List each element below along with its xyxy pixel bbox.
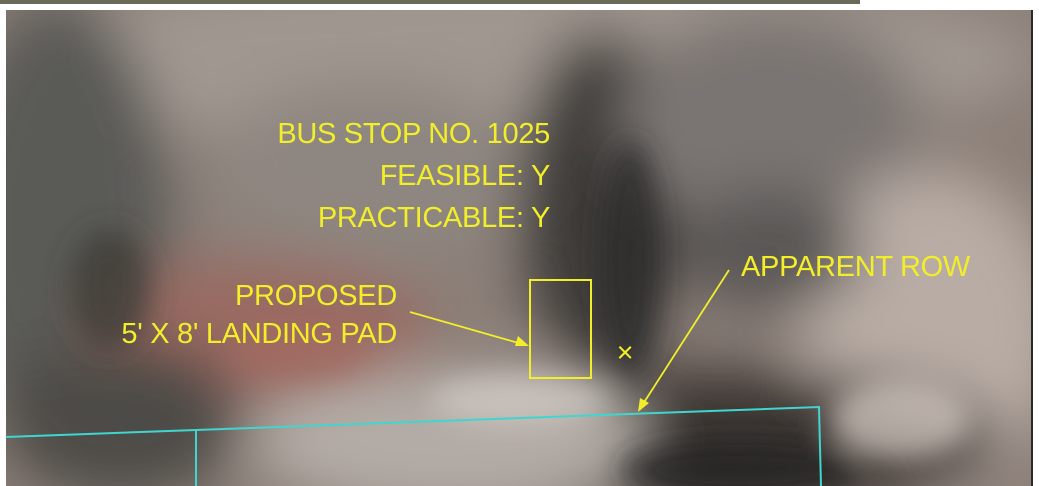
- apparent-row-label: APPARENT ROW: [741, 251, 971, 283]
- landing-pad-label-line2: 5' X 8' LANDING PAD: [121, 318, 397, 350]
- map-canvas: × BUS STOP NO. 1025 FEASIBLE: Y PRACTICA…: [0, 0, 1039, 486]
- bus-stop-number: BUS STOP NO. 1025: [277, 118, 550, 150]
- practicable-status: PRACTICABLE: Y: [318, 202, 550, 234]
- adjacent-image-strip: [0, 0, 860, 4]
- bus-stop-marker: ×: [617, 337, 634, 369]
- feasible-status: FEASIBLE: Y: [380, 160, 550, 192]
- image-frame-edge: [1031, 10, 1033, 486]
- aerial-imagery: [6, 10, 1033, 486]
- landing-pad-label-line1: PROPOSED: [235, 280, 397, 312]
